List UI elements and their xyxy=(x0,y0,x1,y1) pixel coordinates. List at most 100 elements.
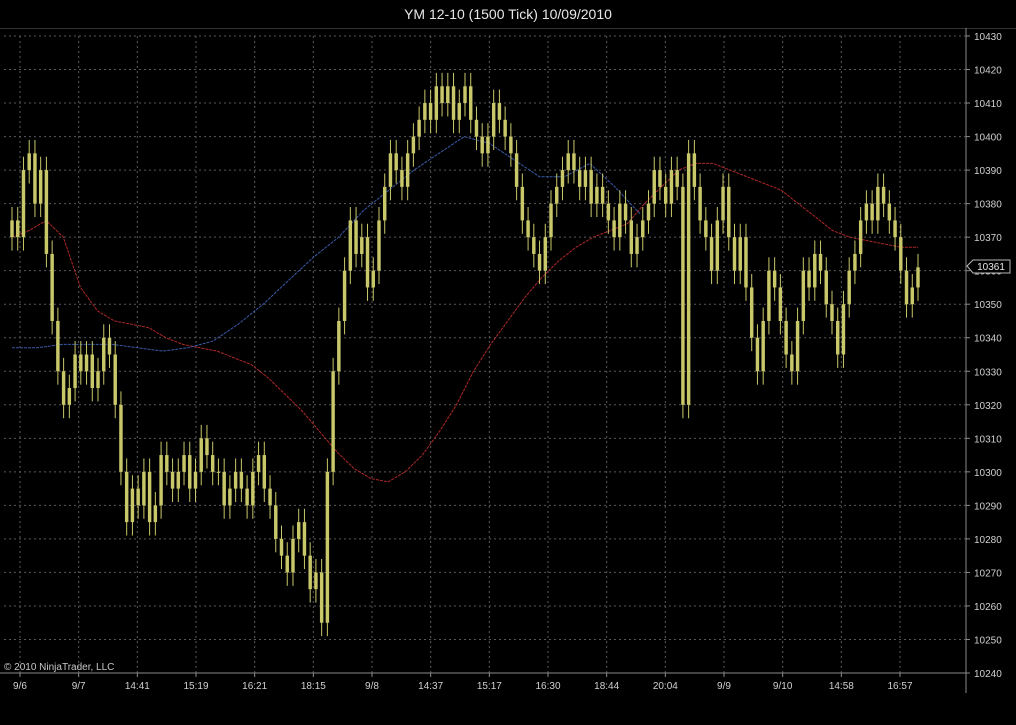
candle-body xyxy=(663,186,668,204)
candle-body xyxy=(354,220,358,254)
candle-body xyxy=(73,354,77,389)
candle-body xyxy=(560,170,565,187)
candle-body xyxy=(698,186,702,221)
candle-body xyxy=(377,220,381,271)
price-tick-label: 10340 xyxy=(974,334,1002,345)
candle-body xyxy=(205,438,209,456)
time-tick-label: 16:57 xyxy=(887,681,912,692)
candle-body xyxy=(124,471,129,523)
candle-body xyxy=(84,354,89,372)
candle-body xyxy=(864,203,869,221)
candle-body xyxy=(520,186,525,221)
price-tick-label: 10270 xyxy=(974,568,1002,579)
candle-body xyxy=(675,170,679,187)
candle-body xyxy=(469,86,473,120)
candle-body xyxy=(147,471,152,523)
price-tick-label: 10240 xyxy=(974,669,1002,680)
candle-body xyxy=(10,220,14,238)
candle-body xyxy=(841,304,846,355)
candle-body xyxy=(291,538,295,573)
time-tick-label: 9/10 xyxy=(773,681,793,692)
last-price-label: 10361 xyxy=(977,262,1005,273)
candle-body xyxy=(268,488,272,506)
time-tick-label: 9/6 xyxy=(13,681,27,692)
candle-body xyxy=(342,270,347,321)
chart-panel[interactable]: 10240 10250 10260 10270 10280 10290 10300 10310… xyxy=(0,28,1016,720)
candle-body xyxy=(600,186,605,204)
time-tick-label: 16:21 xyxy=(242,681,267,692)
red-ma-line xyxy=(11,162,918,483)
candle-body xyxy=(182,455,186,472)
candle-body xyxy=(761,320,765,372)
candle-body xyxy=(612,220,616,238)
candle-body xyxy=(107,337,112,355)
candle-body xyxy=(457,103,461,120)
price-tick-label: 10420 xyxy=(974,66,1002,77)
candle-body xyxy=(618,203,622,238)
candle-body xyxy=(876,186,880,221)
price-tick-label: 10400 xyxy=(974,133,1002,144)
time-tick-label: 20:04 xyxy=(653,681,678,692)
candle-body xyxy=(170,471,175,489)
candle-body xyxy=(417,119,421,137)
time-tick-label: 9/9 xyxy=(717,681,731,692)
candle-body xyxy=(96,371,100,389)
candle-body xyxy=(595,186,599,204)
candle-body xyxy=(67,388,72,405)
candle-body xyxy=(262,455,267,489)
candle-body xyxy=(790,354,794,372)
price-tick-label: 10320 xyxy=(974,401,1002,412)
candle-body xyxy=(916,267,920,288)
candle-body xyxy=(233,471,238,489)
candle-body xyxy=(514,153,519,187)
candle-body xyxy=(532,237,536,254)
candle-body xyxy=(239,471,244,489)
candle-body xyxy=(348,220,353,271)
candle-body xyxy=(641,220,645,238)
candle-body xyxy=(371,270,375,288)
candle-body xyxy=(870,203,874,221)
candle-body xyxy=(423,103,427,120)
candle-body xyxy=(784,320,788,355)
candle-body xyxy=(428,103,433,120)
candle-body xyxy=(446,86,450,104)
candle-body xyxy=(136,488,140,506)
candle-body xyxy=(795,320,800,372)
candle-body xyxy=(858,220,863,254)
candle-body xyxy=(606,203,611,221)
candle-body xyxy=(210,455,215,472)
candle-body xyxy=(623,203,628,221)
candle-body xyxy=(90,354,94,389)
candle-body xyxy=(732,237,737,271)
candle-body xyxy=(635,237,639,254)
time-tick-label: 15:17 xyxy=(477,681,502,692)
candle-body xyxy=(681,186,685,405)
candle-body xyxy=(526,220,530,238)
candle-body xyxy=(216,471,221,473)
candle-body xyxy=(199,438,203,472)
candle-body xyxy=(61,371,66,405)
candle-body xyxy=(577,170,582,187)
candle-body xyxy=(142,471,146,506)
candle-body xyxy=(537,253,542,271)
price-tick-label: 10380 xyxy=(974,200,1002,211)
price-tick-label: 10260 xyxy=(974,602,1002,613)
candle-body xyxy=(474,119,479,137)
candle-body xyxy=(308,555,312,590)
candle-body xyxy=(686,153,691,405)
price-chart[interactable]: 10240 10250 10260 10270 10280 10290 10300 10310… xyxy=(0,28,1016,720)
time-tick-label: 9/8 xyxy=(365,681,379,692)
candle-body xyxy=(337,320,341,372)
copyright-text: © 2010 NinjaTrader, LLC xyxy=(4,662,114,673)
candle-body xyxy=(555,186,559,204)
candle-body xyxy=(79,354,83,372)
candle-body xyxy=(543,237,547,271)
time-tick-label: 18:44 xyxy=(594,681,619,692)
candle-body xyxy=(749,287,754,338)
candle-body xyxy=(405,153,410,187)
time-tick-label: 16:30 xyxy=(535,681,560,692)
candle-body xyxy=(715,220,720,271)
price-axis: 10240 10250 10260 10270 10280 10290 10300 10310… xyxy=(966,32,1002,680)
time-axis: 9/6 9/7 14:41 15:19 16:21 18:15 9/8 14:37 15:17 1… xyxy=(13,673,913,692)
time-tick-label: 14:41 xyxy=(125,681,150,692)
